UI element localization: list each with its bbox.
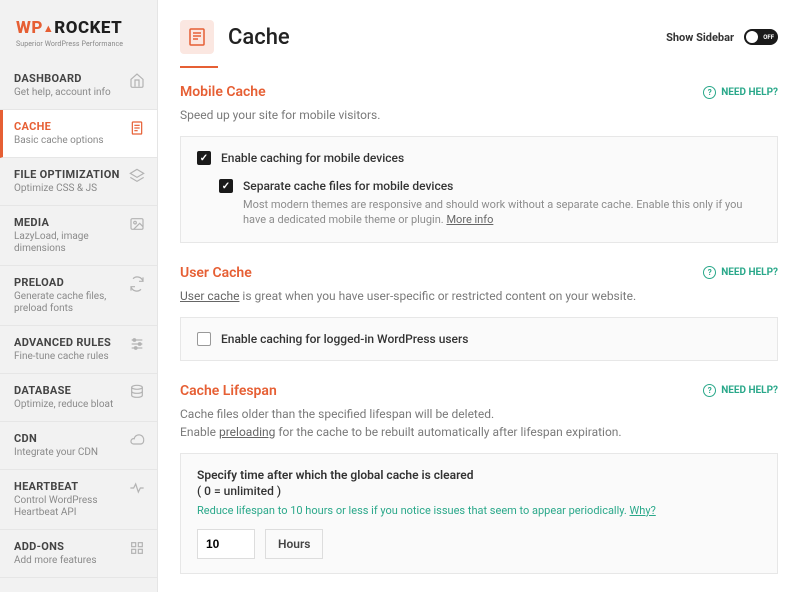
need-help-lifespan[interactable]: ? NEED HELP? [703,384,778,397]
grid-icon [129,540,145,560]
brand-wp: WP [16,18,43,38]
nav-item-title: DATABASE [14,384,113,397]
page-header: Cache Show Sidebar OFF [180,0,778,66]
brand-tagline: Superior WordPress Performance [16,40,141,48]
refresh-icon [129,276,145,296]
layers-icon [129,168,145,188]
toggle-off-label: OFF [763,34,774,41]
nav-item-title: PRELOAD [14,276,123,289]
section-cache-lifespan: Cache Lifespan ? NEED HELP? Cache files … [180,383,778,574]
page-title: Cache [228,25,290,50]
nav-item-sub: Control WordPress Heartbeat API [14,495,123,519]
nav-item-title: MEDIA [14,216,123,229]
sidebar-item-dashboard[interactable]: DASHBOARD Get help, account info [0,62,157,110]
section-desc-mobile: Speed up your site for mobile visitors. [180,106,778,124]
nav-item-sub: Optimize, reduce bloat [14,399,113,411]
lifespan-value-input[interactable] [197,529,255,559]
section-title-user: User Cache [180,265,252,281]
label-user-cache: Enable caching for logged-in WordPress u… [221,332,468,346]
sidebar-item-file-optimization[interactable]: FILE OPTIMIZATION Optimize CSS & JS [0,158,157,206]
label-mobile-cache: Enable caching for mobile devices [221,151,404,165]
section-title-lifespan: Cache Lifespan [180,383,277,399]
nav-item-sub: Basic cache options [14,135,104,147]
section-desc-lifespan: Cache files older than the specified lif… [180,405,778,441]
lifespan-unit-select[interactable]: Hours [265,529,323,559]
nav-item-sub: LazyLoad, image dimensions [14,231,123,255]
nav-item-title: CDN [14,432,98,445]
lifespan-panel-title: Specify time after which the global cach… [197,468,761,482]
panel-mobile: ✓ Enable caching for mobile devices ✓ Se… [180,136,778,243]
checkbox-mobile-cache[interactable]: ✓ [197,151,211,165]
need-help-mobile[interactable]: ? NEED HELP? [703,86,778,99]
nav-item-title: ADVANCED RULES [14,336,111,349]
sidebar-item-database[interactable]: DATABASE Optimize, reduce bloat [0,374,157,422]
section-desc-user: User cache is great when you have user-s… [180,287,778,305]
nav-item-sub: Optimize CSS & JS [14,183,120,195]
show-sidebar-label: Show Sidebar [666,31,734,44]
nav-item-title: CACHE [14,120,104,133]
cloud-icon [129,432,145,452]
checkbox-user-cache[interactable] [197,332,211,346]
panel-user: Enable caching for logged-in WordPress u… [180,317,778,361]
nav-item-title: HEARTBEAT [14,480,123,493]
more-info-link[interactable]: More info [446,213,493,226]
image-icon [129,216,145,236]
section-user-cache: User Cache ? NEED HELP? User cache is gr… [180,265,778,361]
sidebar-nav: DASHBOARD Get help, account info CACHE Basi… [0,62,157,578]
sidebar: WP▲ROCKET Superior WordPress Performance… [0,0,158,592]
desc-separate-cache: Most modern themes are responsive and sh… [243,197,761,228]
sidebar-item-add-ons[interactable]: ADD-ONS Add more features [0,530,157,578]
user-cache-link[interactable]: User cache [180,289,239,303]
checkbox-separate-cache[interactable]: ✓ [219,179,233,193]
sidebar-item-cdn[interactable]: CDN Integrate your CDN [0,422,157,470]
why-link[interactable]: Why? [630,504,656,517]
sidebar-item-advanced-rules[interactable]: ADVANCED RULES Fine-tune cache rules [0,326,157,374]
brand-rocket: ROCKET [54,18,122,38]
nav-item-sub: Add more features [14,555,96,567]
section-title-mobile: Mobile Cache [180,84,266,100]
file-icon [129,120,145,140]
brand-logo: WP▲ROCKET Superior WordPress Performance [0,0,157,62]
heart-icon [129,480,145,500]
section-mobile-cache: Mobile Cache ? NEED HELP? Speed up your … [180,84,778,243]
brand-flame-icon: ▲ [43,22,54,35]
sliders-icon [129,336,145,356]
nav-item-title: ADD-ONS [14,540,96,553]
label-separate-cache: Separate cache files for mobile devices [243,179,761,193]
question-icon: ? [703,384,716,397]
sidebar-item-heartbeat[interactable]: HEARTBEAT Control WordPress Heartbeat API [0,470,157,530]
sidebar-item-media[interactable]: MEDIA LazyLoad, image dimensions [0,206,157,266]
sidebar-item-preload[interactable]: PRELOAD Generate cache files, preload fon… [0,266,157,326]
lifespan-hint: Reduce lifespan to 10 hours or less if y… [197,504,761,517]
nav-item-title: FILE OPTIMIZATION [14,168,120,181]
question-icon: ? [703,266,716,279]
sidebar-item-cache[interactable]: CACHE Basic cache options [0,110,157,158]
panel-lifespan: Specify time after which the global cach… [180,453,778,574]
nav-item-sub: Integrate your CDN [14,447,98,459]
main-content: Cache Show Sidebar OFF Mobile Cache ? NE… [158,0,800,592]
nav-item-sub: Get help, account info [14,87,111,99]
preloading-link[interactable]: preloading [219,425,275,439]
lifespan-panel-subtitle: ( 0 = unlimited ) [197,484,761,498]
database-icon [129,384,145,404]
need-help-user[interactable]: ? NEED HELP? [703,266,778,279]
home-icon [129,72,145,92]
page-file-icon [180,20,214,54]
question-icon: ? [703,86,716,99]
nav-item-sub: Fine-tune cache rules [14,351,111,363]
show-sidebar-toggle[interactable]: OFF [744,29,778,45]
nav-item-sub: Generate cache files, preload fonts [14,291,123,315]
nav-item-title: DASHBOARD [14,72,111,85]
